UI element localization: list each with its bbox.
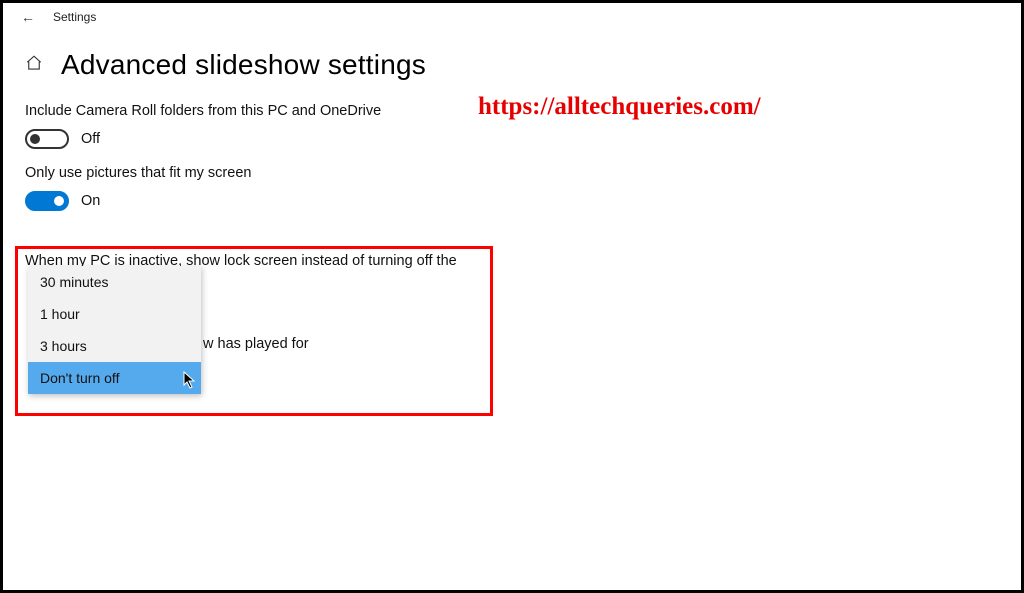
- dropdown-option-dont-turn-off[interactable]: Don't turn off: [28, 362, 201, 394]
- home-icon[interactable]: [25, 54, 43, 77]
- page-header: Advanced slideshow settings: [3, 31, 1021, 101]
- window-title: Settings: [53, 10, 96, 24]
- top-bar: ← Settings: [3, 3, 1021, 31]
- back-button[interactable]: ←: [21, 9, 35, 25]
- setting-fit-screen: Only use pictures that fit my screen On: [3, 163, 1021, 225]
- setting-label: Only use pictures that fit my screen: [25, 165, 999, 181]
- toggle-state-text: Off: [81, 131, 100, 147]
- setting-playedfor-fragment: w has played for: [203, 336, 309, 352]
- page-title: Advanced slideshow settings: [61, 49, 426, 81]
- fit-screen-toggle[interactable]: [25, 191, 69, 211]
- dropdown-option-1hour[interactable]: 1 hour: [28, 298, 201, 330]
- duration-dropdown[interactable]: 30 minutes 1 hour 3 hours Don't turn off: [28, 266, 201, 394]
- toggle-state-text: On: [81, 193, 100, 209]
- dropdown-option-30min[interactable]: 30 minutes: [28, 266, 201, 298]
- dropdown-option-3hours[interactable]: 3 hours: [28, 330, 201, 362]
- camera-roll-toggle[interactable]: [25, 129, 69, 149]
- watermark-url: https://alltechqueries.com/: [478, 93, 761, 121]
